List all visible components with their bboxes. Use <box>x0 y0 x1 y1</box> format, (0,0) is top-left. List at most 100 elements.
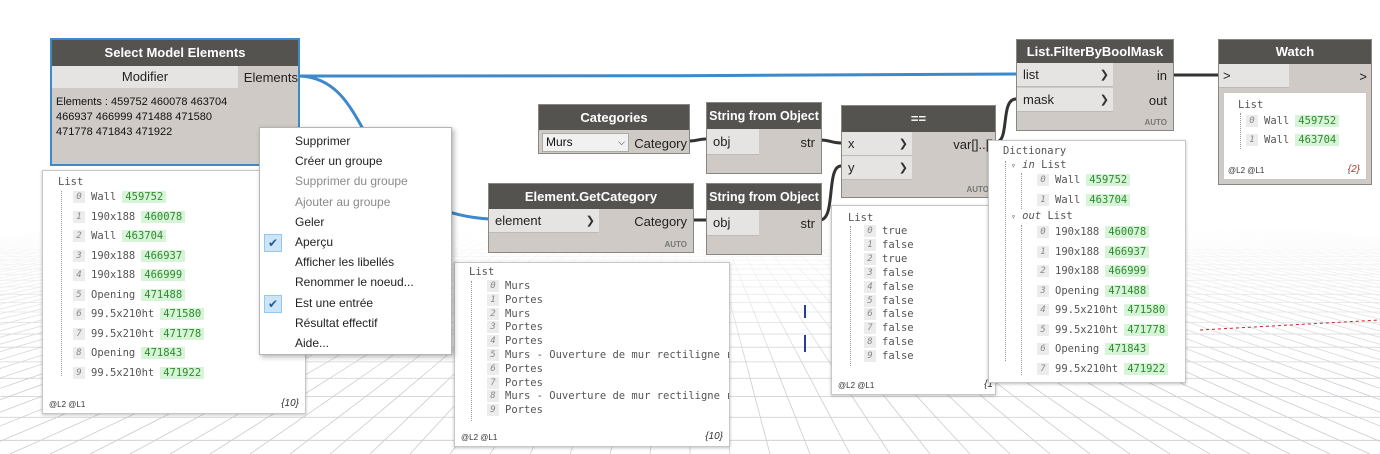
port-element-in[interactable]: element ❯ <box>489 209 599 233</box>
element-id-value[interactable]: 471580 <box>1124 304 1169 316</box>
node-title: Watch <box>1219 40 1371 64</box>
tree-line <box>1005 161 1006 361</box>
dict-key-out: ▿ out List <box>1011 208 1073 225</box>
port-str-out[interactable]: str <box>767 129 821 155</box>
node-string-from-object-1[interactable]: String from Object obj str <box>706 102 822 174</box>
node-watch[interactable]: Watch > > List 0 Wall 459752 1 Wall 463704 @L… <box>1218 39 1372 185</box>
port-category-out[interactable]: Category <box>629 209 693 233</box>
element-id-value[interactable]: 466937 <box>1105 245 1150 258</box>
element-id-value[interactable]: 463704 <box>1295 134 1340 146</box>
list-index: 9 <box>73 366 85 379</box>
list-index: 7 <box>864 322 876 335</box>
tree-line <box>1240 113 1241 149</box>
node-string-from-object-2[interactable]: String from Object obj str <box>706 183 822 255</box>
element-id-value[interactable]: 460078 <box>1105 226 1150 238</box>
element-id-value[interactable]: 463704 <box>122 230 167 242</box>
port-mask-label: mask <box>1023 92 1055 107</box>
list-item: 4 190x188 466999 <box>73 267 186 284</box>
context-menu[interactable]: Supprimer Créer un groupe Supprimer du gro… <box>259 127 452 355</box>
port-watch-in[interactable]: > <box>1219 64 1289 88</box>
menu-item[interactable]: Aperçu <box>295 235 333 249</box>
preview-levels: @L2 @L1 <box>49 400 86 409</box>
preview-dictionary: Dictionary ▿ in List 0 Wall 459752 1 Wall 463… <box>988 140 1186 383</box>
element-id-value[interactable]: 466937 <box>141 249 186 262</box>
tree-line <box>1021 173 1022 209</box>
element-id-value[interactable]: 459752 <box>122 191 167 203</box>
list-index: 0 <box>487 280 499 292</box>
port-str-out[interactable]: str <box>767 210 821 236</box>
menu-item[interactable]: Afficher les libellés <box>295 255 394 269</box>
element-id-value[interactable]: 471488 <box>1105 284 1150 297</box>
port-category-out[interactable]: Category <box>631 132 689 154</box>
element-id-value[interactable]: 466999 <box>141 269 186 281</box>
port-var-out[interactable]: var[]..[] <box>938 132 995 156</box>
node-element-getcategory[interactable]: Element.GetCategory element ❯ Category A… <box>488 183 694 253</box>
list-index: 1 <box>864 238 876 251</box>
list-index: 0 <box>1037 174 1049 186</box>
port-in-out[interactable]: in <box>1143 63 1173 87</box>
tree-line <box>850 226 851 366</box>
menu-item[interactable]: Est une entrée <box>295 296 373 310</box>
element-id-value[interactable]: 466999 <box>1105 265 1150 277</box>
menu-item[interactable]: Résultat effectif <box>295 316 378 330</box>
element-id-value[interactable]: 463704 <box>1086 193 1131 206</box>
menu-item[interactable]: Geler <box>295 215 324 229</box>
list-value: false <box>882 280 914 293</box>
modifier-button[interactable]: Modifier <box>52 66 238 88</box>
element-id-value[interactable]: 471778 <box>1124 323 1169 336</box>
element-id-value[interactable]: 471843 <box>1105 343 1150 355</box>
menu-item[interactable]: Renommer le noeud... <box>295 275 414 289</box>
list-index: 7 <box>73 327 85 340</box>
category-dropdown[interactable]: Murs ⌵ <box>542 133 629 152</box>
port-y-in[interactable]: y ❯ <box>842 156 912 180</box>
list-item: 1 190x188 466937 <box>1037 244 1150 261</box>
element-id-value[interactable]: 471843 <box>141 347 186 359</box>
menu-item[interactable]: Supprimer <box>295 134 350 148</box>
element-id-value[interactable]: 460078 <box>141 210 186 223</box>
port-watch-out[interactable]: > <box>1319 64 1371 88</box>
port-list-in[interactable]: list ❯ <box>1017 63 1113 87</box>
list-index: 0 <box>864 225 876 237</box>
list-item: 0 190x188 460078 <box>1037 224 1150 241</box>
menu-item[interactable]: Créer un groupe <box>295 154 382 168</box>
list-value: Portes <box>505 362 543 375</box>
port-obj-in[interactable]: obj <box>707 129 759 155</box>
preview-header: List <box>58 176 84 188</box>
watch-preview: List 0 Wall 459752 1 Wall 463704 @L2 @L1 {2} <box>1223 92 1367 180</box>
port-out-out[interactable]: out <box>1137 88 1173 112</box>
list-value: Opening <box>1055 284 1100 297</box>
list-index: 5 <box>73 288 85 301</box>
chevron-down-icon: ▿ <box>1011 161 1016 170</box>
element-id-value[interactable]: 459752 <box>1086 174 1131 186</box>
list-value: Portes <box>505 376 543 389</box>
port-elements-out[interactable]: Elements <box>238 66 300 88</box>
element-id-value[interactable]: 471922 <box>160 366 205 379</box>
port-mask-in[interactable]: mask ❯ <box>1017 88 1113 112</box>
list-item: 2 Wall 463704 <box>73 228 167 245</box>
chevron-down-icon: ▿ <box>1011 212 1016 221</box>
list-value: Wall <box>1264 134 1290 146</box>
node-list-filterbyboolmask[interactable]: List.FilterByBoolMask list ❯ mask ❯ in o… <box>1016 39 1174 131</box>
node-categories[interactable]: Categories Murs ⌵ Category <box>538 104 690 154</box>
list-index: 6 <box>73 308 85 320</box>
tree-line <box>61 191 62 376</box>
list-value: false <box>882 238 914 251</box>
element-id-value[interactable]: 471488 <box>141 288 186 301</box>
element-id-value[interactable]: 471922 <box>1124 362 1169 375</box>
list-index: 1 <box>1037 245 1049 258</box>
list-item: 0 Wall 459752 <box>1246 113 1340 130</box>
list-index: 0 <box>1037 226 1049 238</box>
port-obj-in[interactable]: obj <box>707 210 759 236</box>
checkmark-icon: ✔ <box>264 234 282 252</box>
element-id-value[interactable]: 459752 <box>1295 115 1340 127</box>
element-id-value[interactable]: 471778 <box>160 327 205 340</box>
menu-item[interactable]: Aide... <box>295 336 329 350</box>
node-equals[interactable]: == x ❯ y ❯ var[]..[] AUTO <box>841 105 996 198</box>
list-item: 5 99.5x210ht 471778 <box>1037 322 1169 339</box>
list-item: 4 99.5x210ht 471580 <box>1037 302 1169 319</box>
list-value: 190x188 <box>91 269 136 281</box>
menu-item: Supprimer du groupe <box>295 174 408 189</box>
element-id-value[interactable]: 471580 <box>160 308 205 320</box>
list-index: 0 <box>1246 115 1258 127</box>
port-x-in[interactable]: x ❯ <box>842 132 912 156</box>
